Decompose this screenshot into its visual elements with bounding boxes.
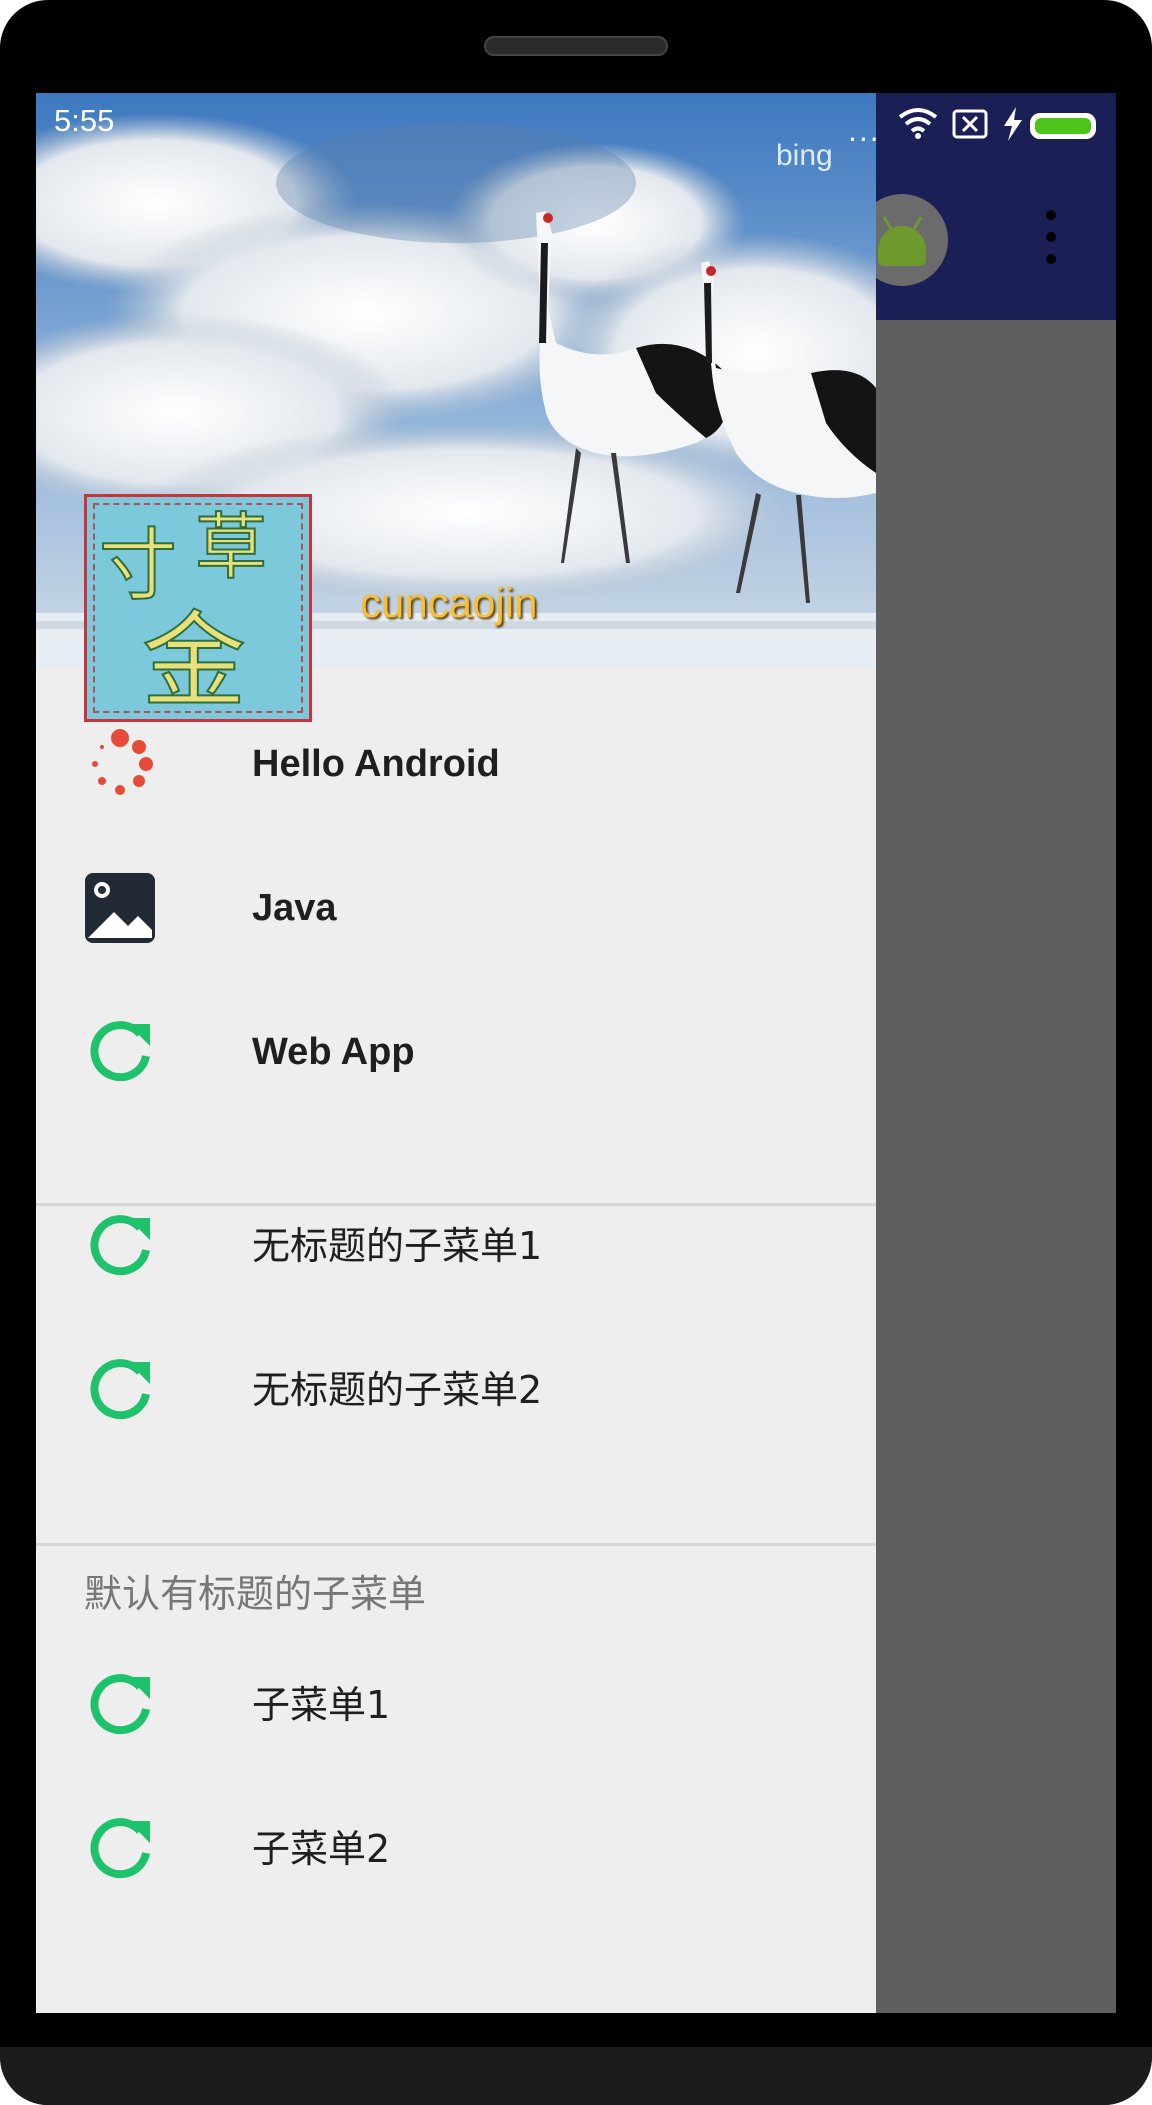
no-sim-icon <box>952 109 988 139</box>
avatar[interactable]: 寸 草 金 <box>84 494 312 722</box>
avatar-char-2: 草 <box>195 505 267 589</box>
menu-item-label: 无标题的子菜单1 <box>252 1224 543 1268</box>
phone-frame: bing 5:55 ... 寸 草 金 cuncaojin <box>0 0 1152 2105</box>
refresh-icon <box>90 1215 150 1276</box>
wifi-icon <box>898 108 938 139</box>
menu-item-label: Hello Android <box>252 743 500 785</box>
menu-item-label: 无标题的子菜单2 <box>252 1368 543 1412</box>
menu-item-untitled-submenu-2[interactable]: 无标题的子菜单2 <box>36 1318 876 1462</box>
refresh-icon <box>90 1674 150 1735</box>
status-time: 5:55 <box>54 103 115 138</box>
menu-item-label: 子菜单1 <box>252 1683 391 1727</box>
earpiece-speaker <box>484 36 668 56</box>
battery-fill <box>1035 118 1091 134</box>
screen: bing 5:55 ... 寸 草 金 cuncaojin <box>36 93 1116 2013</box>
navigation-drawer: bing 5:55 ... 寸 草 金 cuncaojin <box>36 93 876 2013</box>
menu-item-label: Java <box>252 887 337 929</box>
loading-spinner-icon <box>92 729 153 795</box>
phone-bottom-bezel <box>0 2047 1152 2105</box>
more-vert-icon[interactable] <box>1036 210 1066 270</box>
menu-item-submenu-1[interactable]: 子菜单1 <box>36 1633 876 1777</box>
battery-icon <box>1030 113 1096 139</box>
notification-more-icon: ... <box>848 115 876 148</box>
menu-item-hello-android[interactable]: Hello Android <box>36 692 876 836</box>
menu-item-label: Web App <box>252 1031 415 1073</box>
avatar-char-1: 寸 <box>99 521 177 611</box>
divider <box>36 1543 876 1546</box>
android-head <box>878 226 926 266</box>
status-bar: 5:55 ... <box>36 93 876 153</box>
refresh-icon <box>90 1021 150 1082</box>
refresh-icon <box>90 1818 150 1879</box>
charging-icon <box>1004 107 1022 141</box>
username: cuncaojin <box>360 579 538 626</box>
menu-item-submenu-2[interactable]: 子菜单2 <box>36 1777 876 1921</box>
menu-item-java[interactable]: Java <box>36 836 876 980</box>
menu-item-label: 子菜单2 <box>252 1827 391 1871</box>
menu-item-web-app[interactable]: Web App <box>36 980 876 1124</box>
refresh-icon <box>90 1359 150 1420</box>
android-antenna-right <box>912 216 923 230</box>
image-icon <box>85 873 155 943</box>
menu-item-untitled-submenu-1[interactable]: 无标题的子菜单1 <box>36 1174 876 1318</box>
submenu-group-title: 默认有标题的子菜单 <box>84 1572 427 1616</box>
avatar-seal: 寸 草 金 <box>98 504 268 719</box>
